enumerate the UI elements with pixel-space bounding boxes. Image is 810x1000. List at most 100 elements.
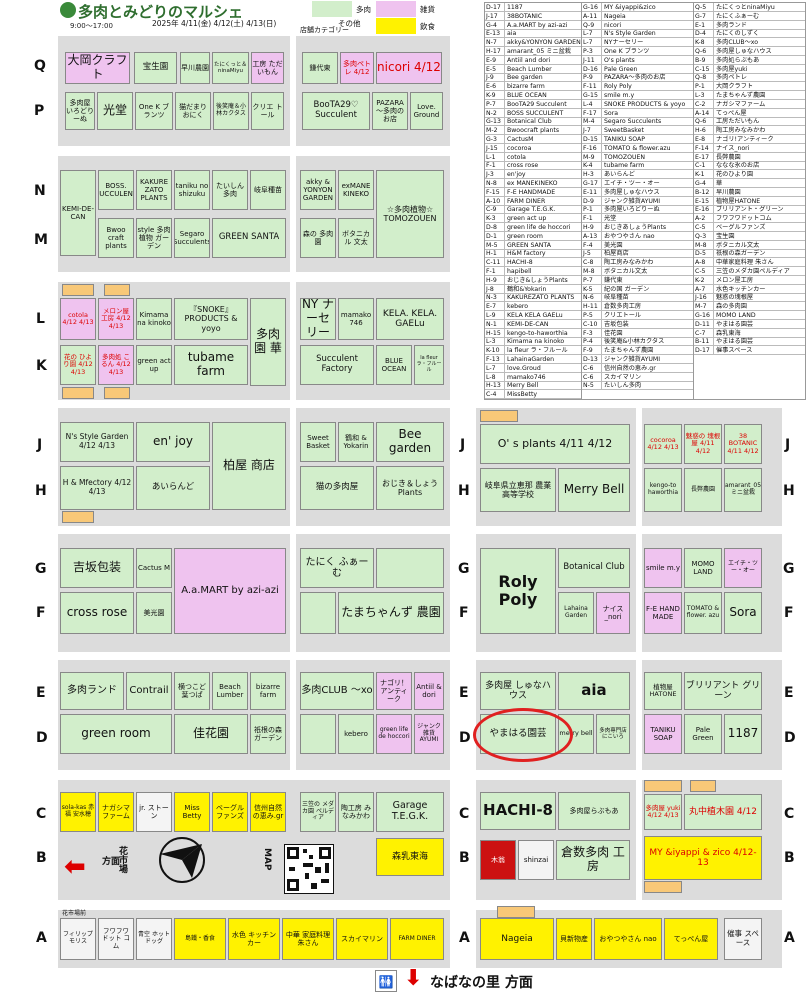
vendor-index-row[interactable]: P-5 クリエトール (582, 311, 693, 320)
booth-f3[interactable]: 美光園 (136, 592, 172, 634)
vendor-index-row[interactable]: Q-3 宝生園 (694, 231, 805, 241)
vendor-index-row[interactable]: E-16 ブリリアント・グリーン (694, 205, 805, 215)
vendor-index-row[interactable]: H-17 amarant_05 ミニ盆栽 (485, 47, 581, 56)
booth-e8[interactable]: ナゴリ！アンティーク (376, 672, 412, 710)
vendor-index-row[interactable]: P-1 多肉屋いろどりーぬ (582, 205, 693, 215)
booth-a1[interactable]: フィリップ モリス (60, 918, 96, 960)
booth-d7-left[interactable] (300, 714, 336, 754)
booth-c1[interactable]: sola-kas 赤福 安水穂 (60, 792, 96, 832)
vendor-index-row[interactable]: L-3 Kimama na kinoko (485, 337, 581, 347)
booth-q3[interactable]: 宝生園 (134, 52, 177, 84)
vendor-index-row[interactable]: P-1 大岡クラフト (694, 82, 805, 92)
booth-j1[interactable]: N's Style Garden 4/12 4/13 (60, 422, 134, 462)
booth-p4[interactable]: 猫だまり おにく (175, 92, 211, 130)
booth-c15[interactable]: 多肉屋 yuki 4/12 4/13 (644, 794, 682, 830)
vendor-index-row[interactable]: M-7 森の多肉園 (694, 302, 805, 312)
vendor-index-row[interactable]: N-3 KAKUREZATO PLANTS (485, 293, 581, 303)
vendor-index-row[interactable]: C-15 多肉屋yuki (694, 64, 805, 74)
vendor-index-row[interactable]: A-7 水色キッチンカー (694, 284, 805, 294)
vendor-index-row[interactable]: J-3 en'joy (485, 170, 581, 180)
vendor-index-row[interactable]: K-3 green act up (485, 214, 581, 224)
vendor-index-row[interactable]: B-9 多肉処らぶもあ (694, 55, 805, 65)
booth-e4[interactable]: 横つこど 葉つぱ (174, 672, 210, 710)
booth-g17[interactable]: エイチ・ツー・オー (724, 548, 762, 588)
vendor-index-row[interactable]: F-14 ナイス_nori (694, 143, 805, 153)
vendor-index-row[interactable]: F-4 美光園 (582, 240, 693, 250)
booth-m7[interactable]: 森の 多肉園 (300, 218, 336, 258)
vendor-index-row[interactable]: M-8 ボタニカル文太 (582, 267, 693, 276)
vendor-index-row[interactable]: Q-9 nicori (582, 20, 693, 30)
vendor-index-row[interactable]: F-1 hapibell (485, 267, 581, 276)
booth-f17[interactable]: Sora (724, 592, 762, 634)
booth-p78[interactable]: BooTA29♡ Succulent (302, 92, 370, 130)
booth-c3[interactable]: jr. ストーン (136, 792, 172, 832)
vendor-index-row[interactable]: D-17 催事スペース (694, 346, 805, 356)
vendor-index-row[interactable]: G-7 たにくふぁーむ (694, 11, 805, 21)
booth-m8[interactable]: ボタニカル 文太 (338, 218, 374, 258)
vendor-index-row[interactable]: G-4 A.a.MART by azi-azi (485, 20, 581, 30)
booth-l2[interactable]: メロン屋 工房 4/12 4/13 (98, 298, 134, 340)
booth-n4[interactable]: taniku no shizuku (174, 170, 210, 210)
booth-j16[interactable]: 魅惑の 塊根屋 4/11 4/12 (684, 424, 722, 464)
booth-e6[interactable]: bizarre farm (250, 672, 286, 710)
vendor-index-row[interactable]: D-15 TANIKU SOAP (582, 135, 693, 144)
vendor-index-row[interactable]: M-8 ボタニカル文太 (694, 240, 805, 250)
vendor-index-row[interactable]: Q-6 工房ただいもん (694, 117, 805, 127)
booth-h9[interactable]: おじき＆しょう Plants (376, 466, 444, 510)
vendor-index-row[interactable]: G-3 CactusM (485, 135, 581, 144)
booth-j17[interactable]: 38 BOTANIC 4/11 4/12 (724, 424, 762, 464)
booth-a6[interactable]: 島鐵・香食 (174, 918, 226, 960)
booth-j8[interactable]: 鶴和 & Yokarin (338, 422, 374, 462)
booth-p10[interactable]: Love. Ground (410, 92, 443, 130)
vendor-index-row[interactable]: L-1 cotola (485, 152, 581, 162)
booth-n7[interactable]: akky & YONYON GARDEN (300, 170, 336, 210)
vendor-index-row[interactable]: H-6 陶工房みなみかわ (694, 126, 805, 136)
booth-h13[interactable]: Merry Bell (558, 468, 630, 512)
vendor-index-row[interactable]: K-9 BLUE OCEAN (485, 91, 581, 100)
booth-q8[interactable]: 多肉ペトレ 4/12 (340, 52, 374, 84)
vendor-index-row[interactable]: N-5 たいしん多肉 (582, 381, 693, 391)
booth-c6[interactable]: 信州自然 の恵み.gr (250, 792, 286, 832)
booth-h11[interactable]: 岐阜県立恵那 農業高等学校 (480, 468, 556, 512)
vendor-index-row[interactable]: G-17 エイチ・ツー・オー (582, 179, 693, 188)
booth-a14[interactable]: てっぺん屋 (664, 918, 718, 960)
vendor-index-row[interactable]: C-10 吉坂包装 (582, 319, 693, 329)
booth-n2[interactable]: BOSS. SUCCULENT (98, 170, 134, 210)
booth-p2[interactable]: 光堂 (97, 92, 133, 130)
booth-k3[interactable]: green act up (136, 345, 172, 385)
vendor-index-row[interactable]: E-7 kebero (485, 302, 581, 312)
booth-d15[interactable]: TANIKU SOAP (644, 714, 682, 754)
vendor-index-row[interactable]: K-2 メロン屋工房 (694, 275, 805, 285)
vendor-index-row[interactable]: E-9 Antiil and dori (485, 55, 581, 65)
vendor-index-row[interactable]: C-2 ナガシマファーム (694, 99, 805, 109)
booth-h16[interactable]: 長弊農園 (684, 468, 722, 512)
vendor-index-row[interactable]: D-1 green room (485, 231, 581, 241)
booth-g78[interactable]: たにく ふぁーむ (300, 548, 374, 588)
vendor-index-row[interactable]: K-8 多肉CLUB～xo (694, 38, 805, 48)
booth-b13[interactable]: 倉数多肉 工房 (556, 840, 630, 880)
vendor-index-row[interactable]: P-3 One K ブランツ (582, 47, 693, 56)
vendor-index-row[interactable]: A-10 FARM DINER (485, 196, 581, 206)
booth-a7[interactable]: 水色 キッチン カー (228, 918, 280, 960)
booth-a3[interactable]: 青空 ホットドッグ (136, 918, 172, 960)
booth-a2[interactable]: フワフワ ドット コム (98, 918, 134, 960)
booth-l8[interactable]: mamako 746 (338, 298, 374, 340)
booth-g9[interactable] (376, 548, 444, 588)
booth-q6[interactable]: 工房 ただいもん (251, 52, 284, 84)
vendor-index-row[interactable]: J-16 魅惑の塊根屋 (694, 293, 805, 303)
booth-m56[interactable]: GREEN SANTA (212, 218, 286, 258)
booth-e11[interactable]: 多肉屋 しゅなハウス (480, 672, 556, 710)
vendor-index-row[interactable]: B-11 やまはる園芸 (694, 337, 805, 347)
booth-g16[interactable]: MOMO LAND (684, 548, 722, 588)
vendor-index-row[interactable]: K-4 tubame farm (582, 161, 693, 171)
booth-q5[interactable]: たにくっと＆ninaMiyu (212, 52, 249, 84)
booth-h15[interactable]: kengo-to haworthia (644, 468, 682, 512)
booth-n6[interactable]: 岐阜種苗 (250, 170, 286, 210)
booth-e9[interactable]: Antiil & dori (414, 672, 444, 710)
booth-l3[interactable]: Kimama na kinoko (136, 298, 172, 340)
vendor-index-row[interactable]: G-16 MY &iyappi&zico (582, 3, 693, 12)
vendor-index-row[interactable]: E-17 長弊農園 (694, 152, 805, 162)
booth-l45[interactable]: 『SNOKE』 PRODUCTS & yoyo (174, 298, 248, 340)
vendor-index-row[interactable]: E-11 多肉屋しゅなハウス (582, 187, 693, 197)
vendor-index-row[interactable]: N-8 ex MANEKINEKO (485, 179, 581, 188)
